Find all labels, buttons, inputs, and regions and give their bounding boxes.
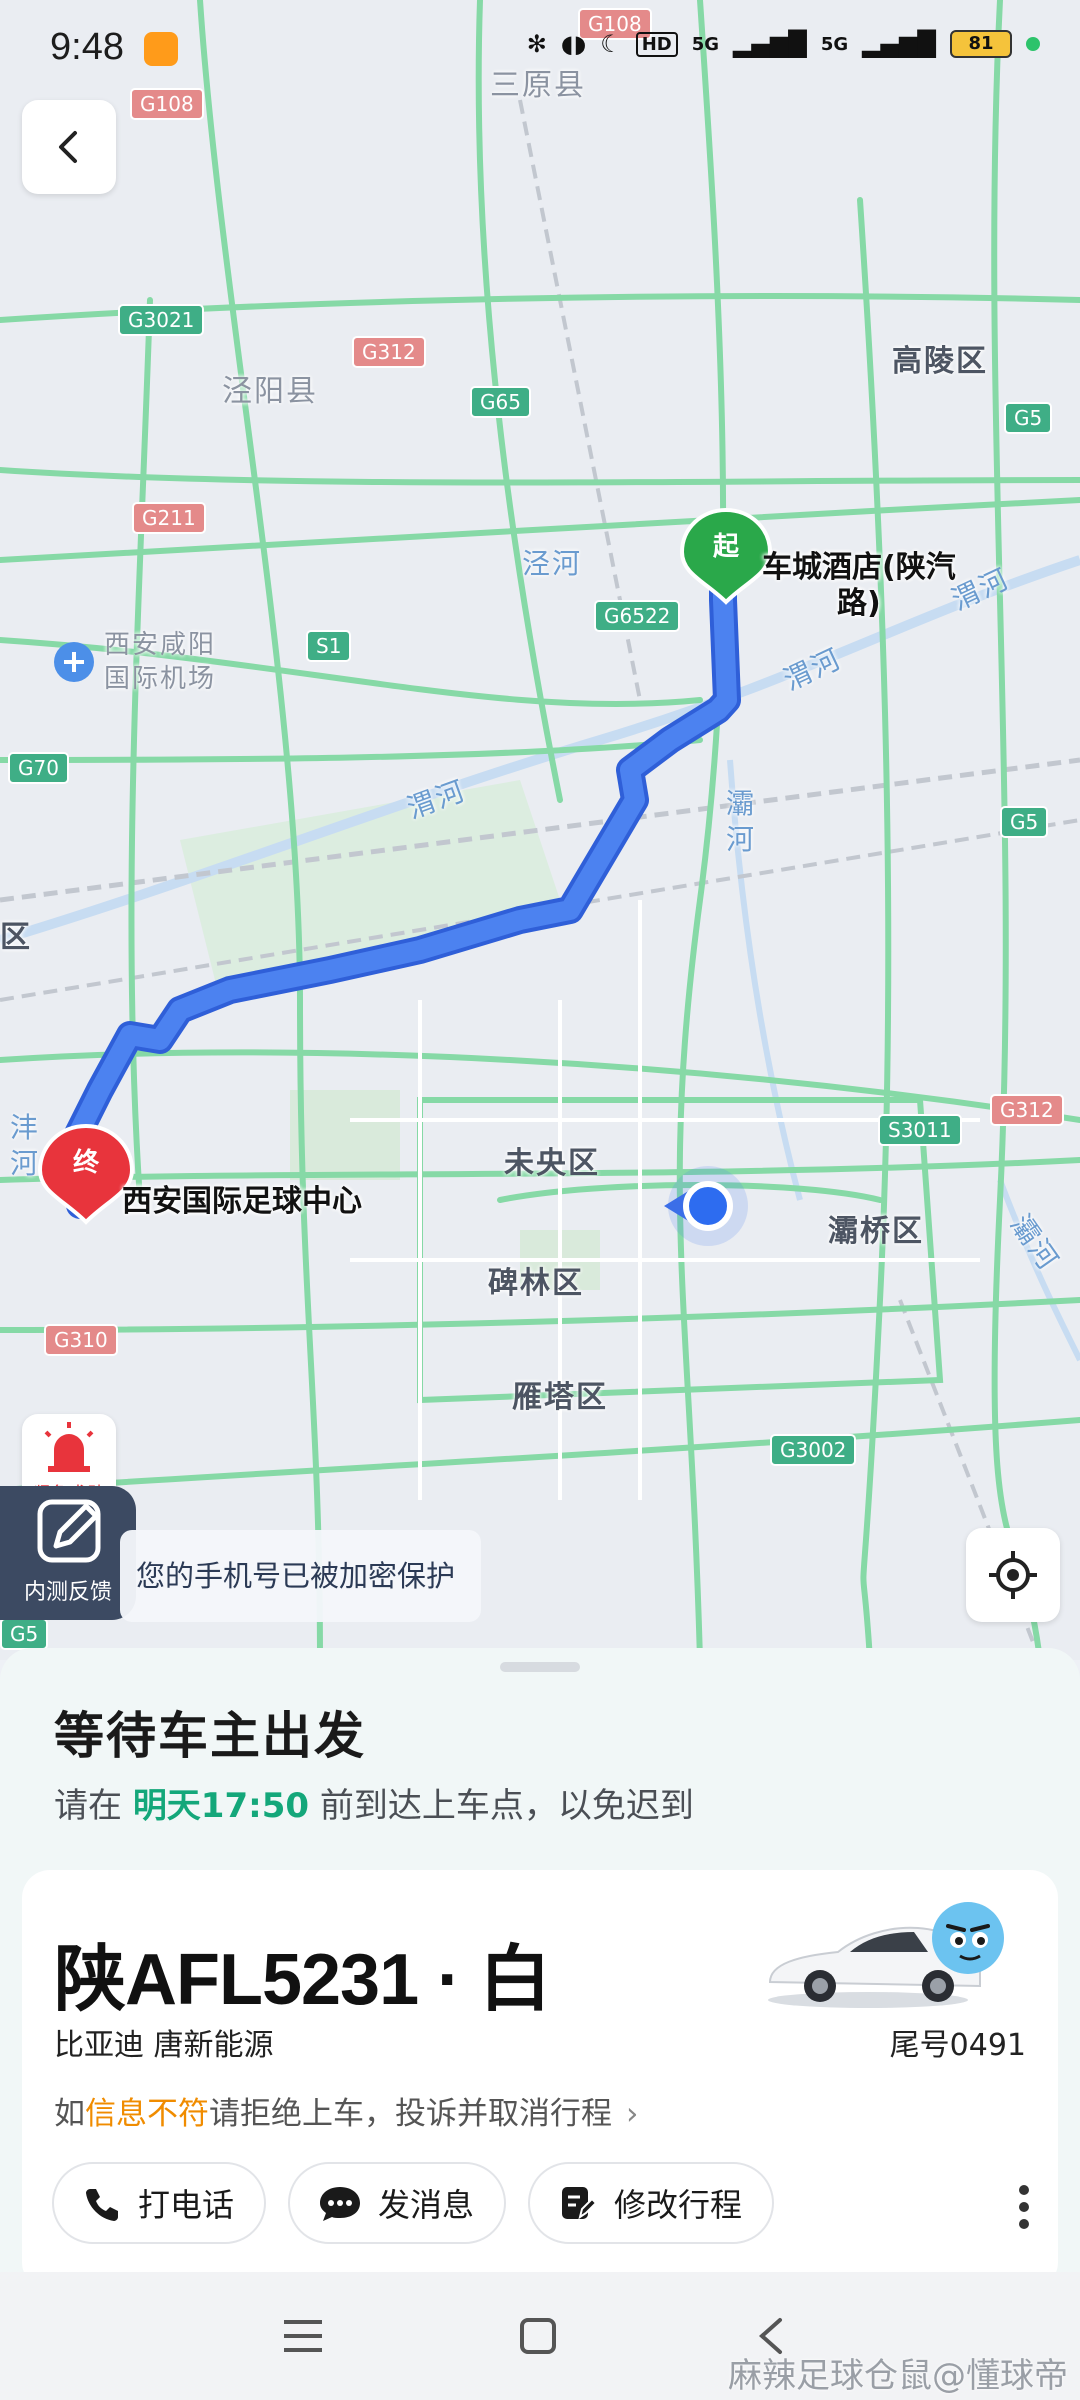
map-district-jingyang: 泾阳县 [222,374,318,409]
road-shield: S3011 [878,1114,962,1146]
warning-highlight: 信息不符 [85,2096,209,2132]
menu-icon[interactable] [282,2318,324,2354]
map-airport-label: 西安咸阳 国际机场 [104,630,217,694]
call-label: 打电话 [138,2186,235,2224]
map-river-jing: 泾河 [522,547,583,580]
map-view[interactable]: 三原县 高陵区 泾阳县 未央区 灞桥区 碑林区 雁塔区 区 西安咸阳 国际机场 … [0,0,1080,1660]
map-district-weiyang: 未央区 [504,1146,600,1181]
status-bar: 9:48 ✻ ◖◗ ☾ HD 5G ▂▄▆█ 5G ▂▄▆█ 81 [0,0,1080,96]
modify-trip-button[interactable]: 修改行程 [528,2162,775,2244]
alarm-icon [44,1422,94,1472]
road-shield: G310 [44,1324,118,1356]
phone-tail-number: 尾号0491 [889,2028,1026,2063]
action-row: 打电话 发消息 修改行程 [52,2162,775,2244]
road-shield: G5 [1000,806,1049,838]
start-marker-label: 起 [712,532,739,562]
modify-trip-label: 修改行程 [614,2186,743,2224]
road-shield: G312 [352,336,426,368]
map-river-ba: 灞 河 [726,787,757,856]
status-time: 9:48 [50,26,124,68]
app-notification-icon [144,32,178,66]
warning-prefix: 如 [54,2096,85,2132]
battery-icon: 81 [950,30,1012,58]
road-shield: S1 [306,630,352,662]
signal-icon: ▂▄▆█ [733,30,807,58]
road-shield: G312 [990,1094,1064,1126]
sheet-handle[interactable] [500,1662,580,1672]
earbuds-icon: ◖◗ [560,30,587,58]
pickup-deadline: 明天17:50 [132,1786,310,1826]
road-shield: G211 [132,502,206,534]
phone-icon [86,2189,118,2221]
map-river-feng: 沣 河 [10,1111,41,1180]
end-location-name: 西安国际足球中心 [122,1184,362,1219]
trip-sheet[interactable]: 等待车主出发 请在 明天17:50 前到达上车点，以免迟到 陕AFL5231 ·… [0,1648,1080,2290]
license-plate: 陕AFL5231 · 白 [54,1940,551,2020]
trip-status-title: 等待车主出发 [54,1707,366,1765]
call-button[interactable]: 打电话 [52,2162,267,2244]
chevron-left-icon [59,131,77,163]
subtitle-prefix: 请在 [54,1786,122,1826]
map-district-baqiao: 灞桥区 [828,1214,924,1249]
back-button[interactable] [22,100,116,194]
car-model: 比亚迪 唐新能源 [54,2028,274,2063]
edit-icon [37,1499,101,1563]
feedback-button[interactable]: 内测反馈 [0,1486,136,1620]
chevron-right-icon: › [626,2096,639,2132]
phone-protection-tip: 您的手机号已被加密保护 [120,1530,482,1622]
driver-avatar [932,1902,1004,1974]
feedback-label: 内测反馈 [23,1580,112,1605]
locate-button[interactable] [966,1528,1060,1622]
map-district-gaoling: 高陵区 [892,344,988,379]
crosshair-icon [989,1551,1037,1599]
end-marker-label: 终 [72,1148,99,1178]
trip-status-subtitle: 请在 明天17:50 前到达上车点，以免迟到 [54,1778,694,1827]
edit-document-icon [562,2187,598,2220]
current-location-dot [683,1181,733,1231]
map-district-partial: 区 [0,920,32,955]
privacy-dot-icon [1026,37,1040,51]
road-shield: G3021 [118,304,205,336]
road-shield: G5 [0,1618,49,1650]
road-shield: G65 [470,386,531,418]
signal-icon-2: ▂▄▆█ [862,30,936,58]
car-image [768,1902,1004,2008]
road-shield: G6522 [594,600,681,632]
driver-card: 陕AFL5231 · 白 比亚迪 唐新能源 尾号0491 如信息不符请拒绝上车，… [22,1870,1058,2290]
start-location-name: 车城酒店(陕汽 路) [762,550,956,621]
hd-icon: HD [635,31,678,57]
mismatch-warning[interactable]: 如信息不符请拒绝上车，投诉并取消行程 › [54,2088,638,2133]
subtitle-suffix: 前到达上车点，以免迟到 [319,1786,694,1826]
warning-suffix: 请拒绝上车，投诉并取消行程 [209,2096,612,2132]
home-icon[interactable] [518,2316,558,2356]
bluetooth-icon: ✻ [526,30,547,58]
map-district-beilin: 碑林区 [488,1266,584,1301]
road-shield: G70 [8,752,69,784]
watermark: 麻辣足球仓鼠@懂球帝 [728,2356,1068,2396]
map-district-yanta: 雁塔区 [512,1380,608,1415]
chat-bubble-icon [320,2187,361,2221]
moon-icon: ☾ [600,30,622,58]
signal-2-label: 5G [820,33,849,55]
message-label: 发消息 [378,2186,475,2224]
road-shield: G5 [1004,402,1053,434]
more-options-icon[interactable] [1014,2182,1034,2232]
status-icons: ✻ ◖◗ ☾ HD 5G ▂▄▆█ 5G ▂▄▆█ 81 [527,30,1040,58]
road-shield: G3002 [770,1434,857,1466]
message-button[interactable]: 发消息 [288,2162,507,2244]
signal-1-label: 5G [691,33,720,55]
